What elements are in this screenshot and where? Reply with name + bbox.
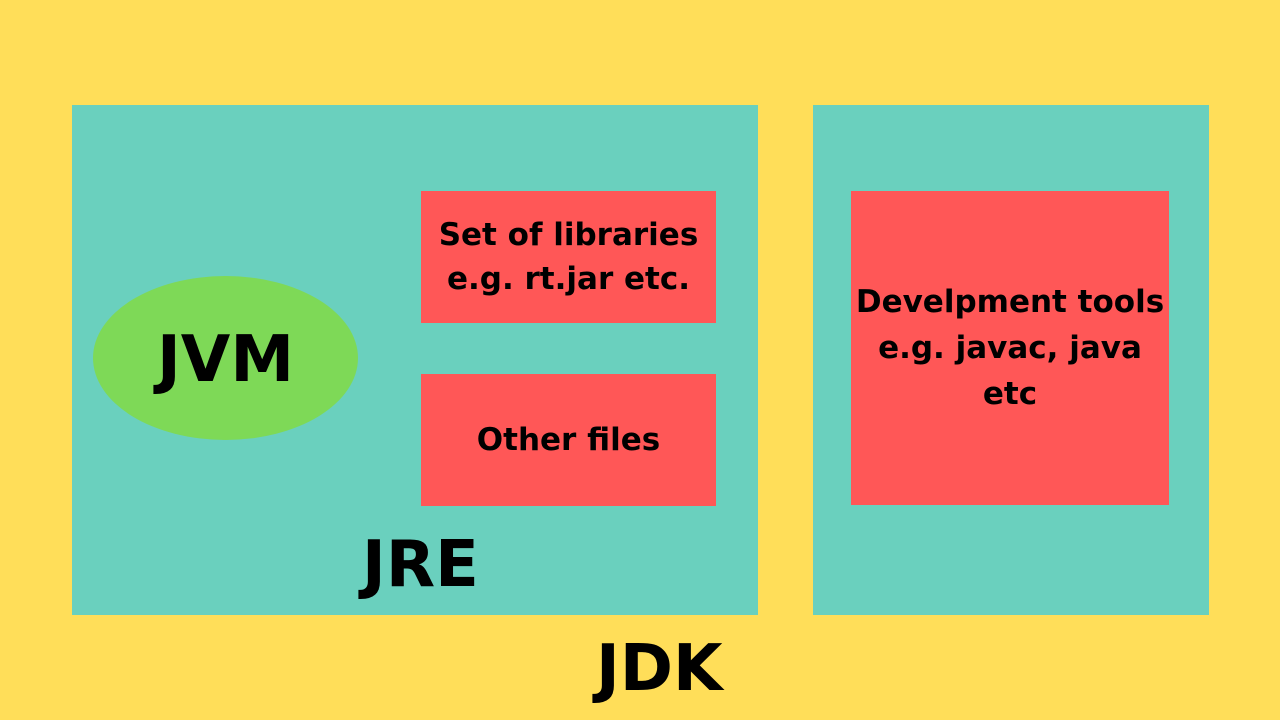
jre-label: JRE [362, 528, 479, 602]
dev-tools-etc: etc [982, 376, 1038, 412]
dev-tools-box: Develpment tools e.g. javac, java etc [851, 191, 1169, 505]
jdk-label: JDK [596, 632, 723, 706]
other-files-label: Other files [476, 422, 661, 458]
other-files-box: Other files [421, 374, 716, 506]
dev-tools-title: Develpment tools [855, 284, 1165, 320]
dev-tools-example: e.g. javac, java [878, 330, 1142, 366]
jvm-ellipse: JVM [93, 276, 358, 440]
jvm-label: JVM [156, 323, 295, 397]
libraries-box: Set of libraries e.g. rt.jar etc. [421, 191, 716, 323]
libraries-title: Set of libraries [438, 217, 699, 253]
libraries-example: e.g. rt.jar etc. [446, 261, 691, 297]
